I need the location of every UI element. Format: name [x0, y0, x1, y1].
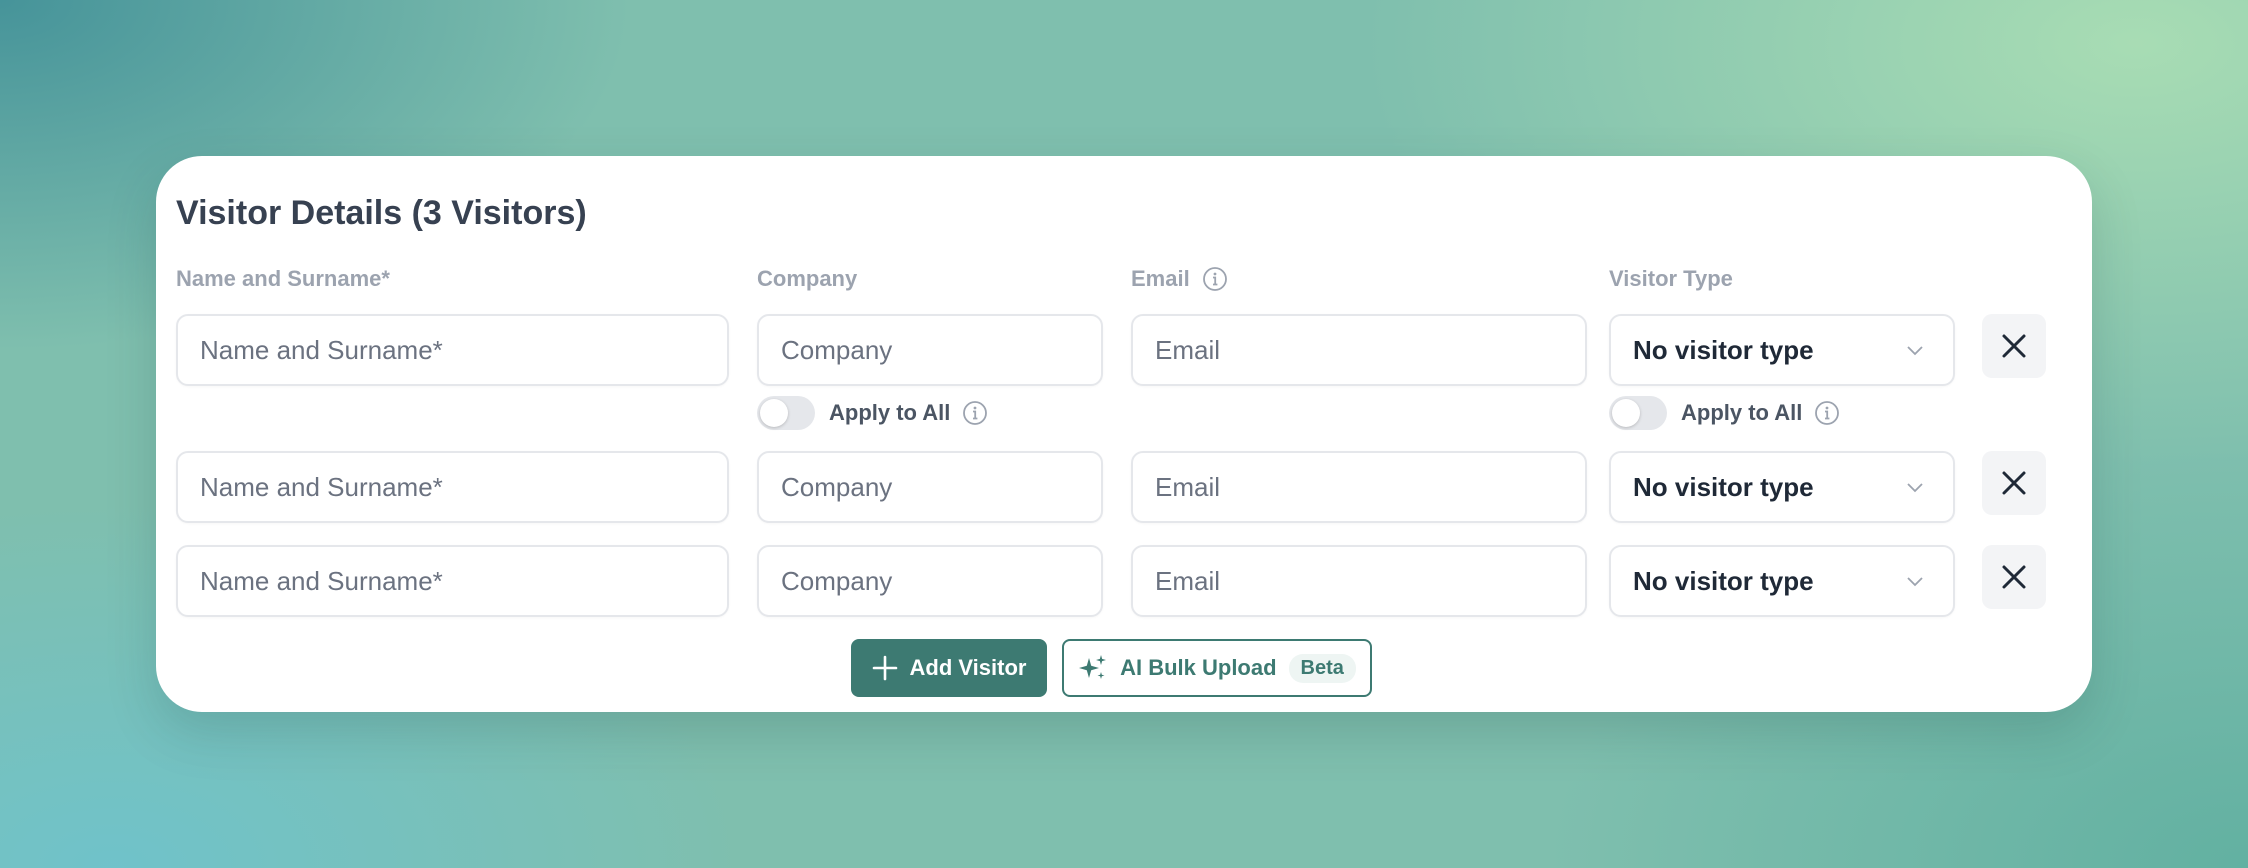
email-field-row-2[interactable]	[1131, 451, 1587, 523]
email-field-row-1[interactable]	[1131, 314, 1587, 386]
close-icon	[2002, 565, 2026, 589]
chevron-down-icon	[1907, 483, 1923, 493]
company-field-row-2[interactable]	[757, 451, 1103, 523]
visitor-type-apply-to-all: Apply to All	[1609, 396, 1840, 430]
ai-bulk-upload-button[interactable]: AI Bulk Upload Beta	[1062, 639, 1372, 697]
email-input[interactable]	[1155, 565, 1585, 597]
name-input[interactable]	[200, 471, 727, 503]
visitor-type-label-text: Visitor Type	[1609, 266, 1733, 291]
email-input[interactable]	[1155, 334, 1585, 366]
beta-badge: Beta	[1288, 653, 1356, 683]
visitor-type-select-row-1[interactable]: No visitor type	[1609, 314, 1955, 386]
sparkles-icon	[1079, 655, 1107, 679]
plus-icon	[872, 655, 897, 681]
info-icon[interactable]	[962, 400, 988, 426]
visitor-type-select-row-2[interactable]: No visitor type	[1609, 451, 1955, 523]
info-icon[interactable]	[1202, 266, 1228, 292]
remove-visitor-button-row-3[interactable]	[1982, 545, 2046, 609]
company-input[interactable]	[781, 471, 1101, 503]
name-field-row-2[interactable]	[176, 451, 729, 523]
name-input[interactable]	[200, 334, 727, 366]
name-column-label: Name and Surname*	[176, 266, 390, 292]
visitor-type-select-row-3[interactable]: No visitor type	[1609, 545, 1955, 617]
add-visitor-button[interactable]: Add Visitor	[851, 639, 1047, 697]
visitor-type-value: No visitor type	[1633, 334, 1814, 365]
apply-to-all-label: Apply to All	[829, 400, 951, 425]
name-label-text: Name and Surname*	[176, 266, 390, 291]
remove-visitor-button-row-2[interactable]	[1982, 451, 2046, 515]
company-column-label: Company	[757, 266, 857, 292]
close-icon	[2002, 471, 2026, 495]
email-field-row-3[interactable]	[1131, 545, 1587, 617]
visitor-details-card: Visitor Details (3 Visitors) Name and Su…	[156, 156, 2092, 712]
visitor-type-apply-toggle[interactable]	[1609, 396, 1667, 430]
chevron-down-icon	[1907, 577, 1923, 587]
ai-bulk-upload-label: AI Bulk Upload	[1120, 655, 1277, 680]
company-label-text: Company	[757, 266, 858, 291]
apply-to-all-label: Apply to All	[1681, 400, 1803, 425]
add-visitor-label: Add Visitor	[909, 655, 1027, 680]
email-column-label: Email	[1131, 266, 1228, 292]
company-field-row-1[interactable]	[757, 314, 1103, 386]
company-field-row-3[interactable]	[757, 545, 1103, 617]
email-input[interactable]	[1155, 471, 1585, 503]
visitor-type-column-label: Visitor Type	[1609, 266, 1733, 292]
email-label-text: Email	[1131, 266, 1190, 291]
company-input[interactable]	[781, 334, 1101, 366]
company-apply-toggle[interactable]	[757, 396, 815, 430]
toggle-knob	[760, 399, 788, 427]
info-icon[interactable]	[1814, 400, 1840, 426]
visitor-type-value: No visitor type	[1633, 471, 1814, 502]
name-input[interactable]	[200, 565, 727, 597]
visitor-type-value: No visitor type	[1633, 565, 1814, 596]
remove-visitor-button-row-1[interactable]	[1982, 314, 2046, 378]
toggle-knob	[1612, 399, 1640, 427]
name-field-row-1[interactable]	[176, 314, 729, 386]
chevron-down-icon	[1907, 346, 1923, 356]
company-input[interactable]	[781, 565, 1101, 597]
company-apply-to-all: Apply to All	[757, 396, 988, 430]
close-icon	[2002, 334, 2026, 358]
page-title: Visitor Details (3 Visitors)	[176, 194, 587, 232]
name-field-row-3[interactable]	[176, 545, 729, 617]
